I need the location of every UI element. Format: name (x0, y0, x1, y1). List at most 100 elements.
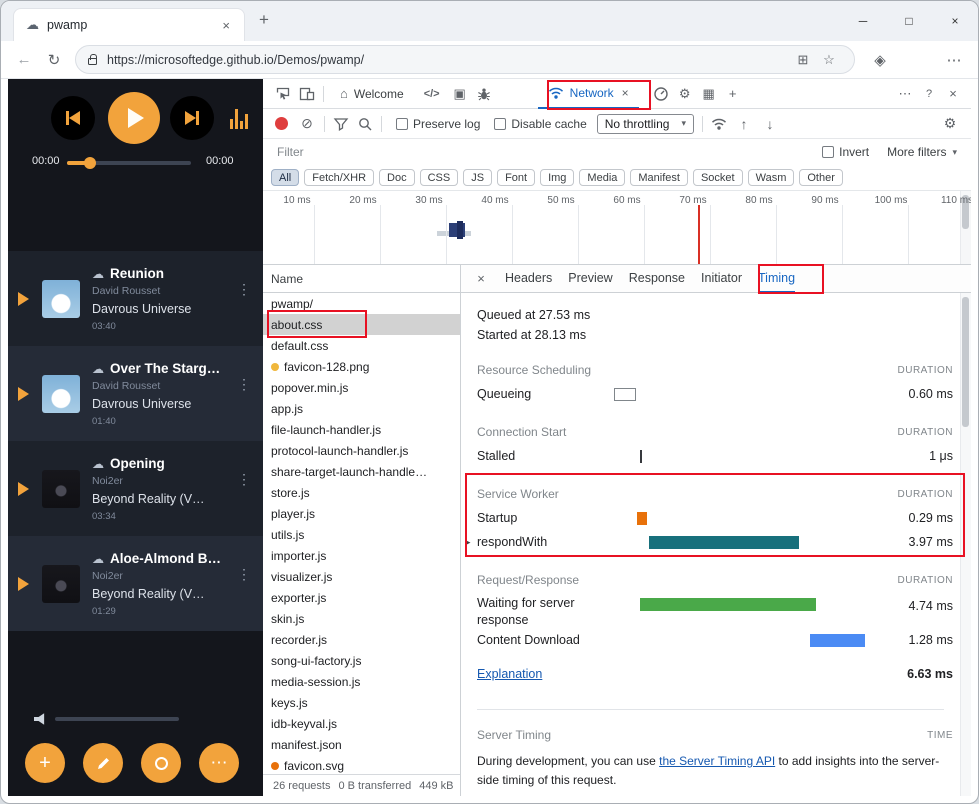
song-row[interactable]: ☁ Aloe-Almond B… Noi2er Beyond Reality (V… 0… (8, 536, 263, 631)
request-row[interactable]: share-target-launch-handle… (263, 461, 460, 482)
seek-slider[interactable] (67, 157, 191, 169)
new-tab-button[interactable]: + (259, 10, 269, 30)
type-filter-font[interactable]: Font (497, 169, 536, 186)
request-row[interactable]: favicon.svg (263, 755, 460, 776)
song-row[interactable]: ☁ Opening Noi2er Beyond Reality (V… 03:34 ⋮ (8, 441, 263, 536)
request-row[interactable]: player.js (263, 503, 460, 524)
song-row[interactable]: ☁ Reunion David Rousset Davrous Universe 03:… (8, 251, 263, 346)
type-filter-all[interactable]: All (271, 169, 300, 186)
play-song-button[interactable] (18, 481, 42, 496)
url-text[interactable]: https://microsoftedge.github.io/Demos/pw… (107, 53, 790, 67)
performance-icon[interactable] (649, 86, 673, 102)
request-row[interactable]: media-session.js (263, 671, 460, 692)
song-menu-button[interactable]: ⋮ (237, 376, 251, 393)
song-menu-button[interactable]: ⋮ (237, 471, 251, 488)
add-panel-icon[interactable]: + (721, 79, 745, 109)
console-drawer-icon[interactable]: ▣ (448, 79, 472, 109)
request-row[interactable]: popover.min.js (263, 377, 460, 398)
request-row[interactable]: utils.js (263, 524, 460, 545)
split-screen-icon[interactable]: ⊞ (790, 52, 816, 68)
edit-button[interactable] (83, 743, 123, 783)
request-row[interactable]: song-ui-factory.js (263, 650, 460, 671)
type-filter-socket[interactable]: Socket (692, 169, 743, 186)
request-row[interactable]: visualizer.js (263, 566, 460, 587)
type-filter-wasm[interactable]: Wasm (747, 169, 795, 186)
optimization-gear-icon[interactable]: ⚙ (673, 79, 697, 109)
request-row[interactable]: recorder.js (263, 629, 460, 650)
close-devtools-icon[interactable]: × (941, 79, 965, 109)
inspect-icon[interactable] (271, 86, 295, 102)
request-row[interactable]: about.css (263, 314, 460, 335)
tab-welcome[interactable]: ⌂ Welcome (328, 79, 416, 109)
server-timing-api-link[interactable]: the Server Timing API (659, 754, 775, 768)
import-har-icon[interactable]: ↑ (731, 116, 757, 132)
browser-menu-icon[interactable]: ⋯ (939, 51, 969, 69)
explanation-link[interactable]: Explanation (477, 667, 542, 681)
search-icon[interactable] (353, 116, 377, 132)
preserve-log-checkbox[interactable] (396, 117, 408, 130)
network-overview-timeline[interactable]: 10 ms 20 ms 30 ms 40 ms 50 ms 60 ms 70 ms 80 ms… (263, 191, 971, 265)
detail-tab-headers[interactable]: Headers (505, 265, 552, 293)
type-filter-manifest[interactable]: Manifest (630, 169, 688, 186)
play-song-button[interactable] (18, 291, 42, 306)
sources-icon[interactable]: </> (416, 88, 448, 100)
volume-slider[interactable] (55, 717, 179, 721)
next-track-button[interactable] (170, 96, 214, 140)
browser-tab[interactable]: ☁ pwamp × (13, 8, 245, 41)
previous-track-button[interactable] (51, 96, 95, 140)
device-toolbar-icon[interactable] (295, 86, 319, 102)
more-actions-button[interactable]: ⋯ (199, 743, 239, 783)
type-filter-img[interactable]: Img (540, 169, 575, 186)
application-panel-icon[interactable]: ▦ (697, 79, 721, 109)
detail-tab-response[interactable]: Response (629, 265, 685, 293)
close-network-tab-icon[interactable]: × (622, 86, 629, 100)
type-filter-js[interactable]: JS (463, 169, 493, 186)
visualizer-icon[interactable] (230, 107, 248, 129)
address-bar[interactable]: https://microsoftedge.github.io/Demos/pw… (75, 45, 855, 74)
network-settings-gear-icon[interactable]: ⚙ (937, 115, 963, 132)
request-row[interactable]: pwamp/ (263, 293, 460, 314)
network-conditions-icon[interactable] (707, 116, 731, 132)
record-button[interactable] (141, 743, 181, 783)
clear-network-log-icon[interactable]: ⊘ (294, 115, 320, 132)
record-network-log-button[interactable] (275, 117, 288, 130)
export-har-icon[interactable]: ↓ (757, 116, 783, 132)
detail-tab-preview[interactable]: Preview (568, 265, 612, 293)
play-button[interactable] (108, 92, 160, 144)
favorite-star-icon[interactable]: ☆ (816, 52, 842, 68)
request-row[interactable]: file-launch-handler.js (263, 419, 460, 440)
type-filter-css[interactable]: CSS (419, 169, 459, 186)
detail-tab-timing[interactable]: Timing (758, 265, 796, 293)
tab-close-icon[interactable]: × (216, 18, 236, 33)
expand-icon[interactable]: ▸ (466, 537, 471, 548)
request-row[interactable]: protocol-launch-handler.js (263, 440, 460, 461)
request-row[interactable]: keys.js (263, 692, 460, 713)
detail-tab-initiator[interactable]: Initiator (701, 265, 742, 293)
volume-icon[interactable] (34, 713, 45, 725)
request-row[interactable]: skin.js (263, 608, 460, 629)
help-icon[interactable]: ? (917, 79, 941, 109)
minimize-button[interactable]: ─ (840, 1, 886, 41)
close-window-button[interactable]: × (932, 1, 978, 41)
song-row[interactable]: ☁ Over The Starg… David Rousset Davrous Uni… (8, 346, 263, 441)
request-row[interactable]: manifest.json (263, 734, 460, 755)
add-song-button[interactable]: + (25, 743, 65, 783)
request-row[interactable]: app.js (263, 398, 460, 419)
request-row[interactable]: store.js (263, 482, 460, 503)
request-row[interactable]: importer.js (263, 545, 460, 566)
browser-essentials-icon[interactable]: ◈ (865, 51, 895, 69)
tab-network[interactable]: Network × (537, 79, 639, 109)
devtools-more-icon[interactable]: ⋯ (893, 79, 917, 109)
close-details-icon[interactable]: × (473, 271, 489, 286)
type-filter-media[interactable]: Media (579, 169, 626, 186)
filter-toggle-icon[interactable] (329, 116, 353, 132)
request-row[interactable]: favicon-128.png (263, 356, 460, 377)
request-row[interactable]: exporter.js (263, 587, 460, 608)
request-row[interactable]: idb-keyval.js (263, 713, 460, 734)
song-menu-button[interactable]: ⋮ (237, 281, 251, 298)
disable-cache-checkbox[interactable] (494, 117, 507, 130)
type-filter-other[interactable]: Other (799, 169, 843, 186)
seek-thumb[interactable] (84, 157, 97, 169)
invert-checkbox[interactable] (822, 146, 835, 158)
throttling-dropdown[interactable]: No throttling ▾ (596, 113, 694, 134)
